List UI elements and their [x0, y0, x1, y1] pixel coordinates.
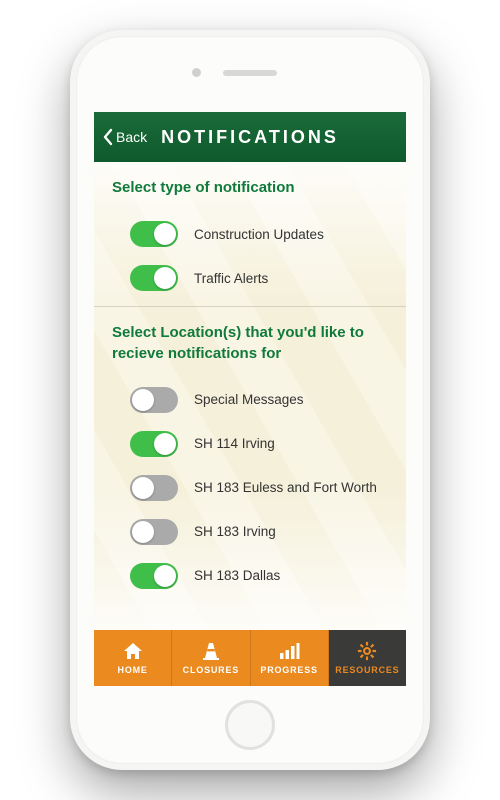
- content-area: Select type of notification Construction…: [94, 162, 406, 630]
- toggle-label: Construction Updates: [194, 227, 324, 242]
- section-type-title: Select type of notification: [112, 178, 388, 198]
- chevron-left-icon: [102, 128, 114, 146]
- speaker-slot: [223, 70, 277, 76]
- tab-closures[interactable]: CLOSURES: [172, 630, 250, 686]
- phone-frame: Back NOTIFICATIONS Select type of notifi…: [70, 30, 430, 770]
- section-type: Select type of notification Construction…: [94, 162, 406, 306]
- toggle-sh-114-irving[interactable]: [130, 431, 178, 457]
- back-button[interactable]: Back: [94, 112, 157, 162]
- tab-bar: HOME CLOSURES PROGRESS RESOURCES: [94, 630, 406, 686]
- toggle-row: Construction Updates: [112, 212, 388, 256]
- toggle-row: Traffic Alerts: [112, 256, 388, 300]
- bars-icon: [278, 641, 300, 661]
- toggle-label: Traffic Alerts: [194, 271, 268, 286]
- camera-dot: [192, 68, 201, 77]
- tab-label: CLOSURES: [183, 665, 239, 675]
- tab-progress[interactable]: PROGRESS: [251, 630, 329, 686]
- home-icon: [122, 641, 144, 661]
- app-header: Back NOTIFICATIONS: [94, 112, 406, 162]
- tab-home[interactable]: HOME: [94, 630, 172, 686]
- cone-icon: [200, 641, 222, 661]
- toggle-traffic-alerts[interactable]: [130, 265, 178, 291]
- tab-label: PROGRESS: [260, 665, 317, 675]
- toggle-row: Special Messages: [112, 378, 388, 422]
- toggle-label: SH 183 Irving: [194, 524, 276, 539]
- app-screen: Back NOTIFICATIONS Select type of notifi…: [94, 112, 406, 686]
- toggle-row: SH 183 Irving: [112, 510, 388, 554]
- toggle-sh-183-dallas[interactable]: [130, 563, 178, 589]
- phone-inner: Back NOTIFICATIONS Select type of notifi…: [76, 36, 424, 764]
- toggle-label: SH 183 Euless and Fort Worth: [194, 480, 377, 495]
- back-label: Back: [116, 129, 147, 145]
- tab-resources[interactable]: RESOURCES: [329, 630, 406, 686]
- toggle-label: SH 183 Dallas: [194, 568, 280, 583]
- section-locations-title: Select Location(s) that you'd like to re…: [112, 323, 388, 364]
- toggle-sh-183-euless-fw[interactable]: [130, 475, 178, 501]
- home-button[interactable]: [225, 700, 275, 750]
- section-locations: Select Location(s) that you'd like to re…: [94, 306, 406, 604]
- toggle-label: Special Messages: [194, 392, 304, 407]
- gear-icon: [356, 641, 378, 661]
- toggle-row: SH 183 Euless and Fort Worth: [112, 466, 388, 510]
- toggle-row: SH 114 Irving: [112, 422, 388, 466]
- toggle-construction-updates[interactable]: [130, 221, 178, 247]
- toggle-label: SH 114 Irving: [194, 436, 275, 451]
- toggle-sh-183-irving[interactable]: [130, 519, 178, 545]
- tab-label: HOME: [118, 665, 148, 675]
- tab-label: RESOURCES: [335, 665, 399, 675]
- toggle-special-messages[interactable]: [130, 387, 178, 413]
- toggle-row: SH 183 Dallas: [112, 554, 388, 598]
